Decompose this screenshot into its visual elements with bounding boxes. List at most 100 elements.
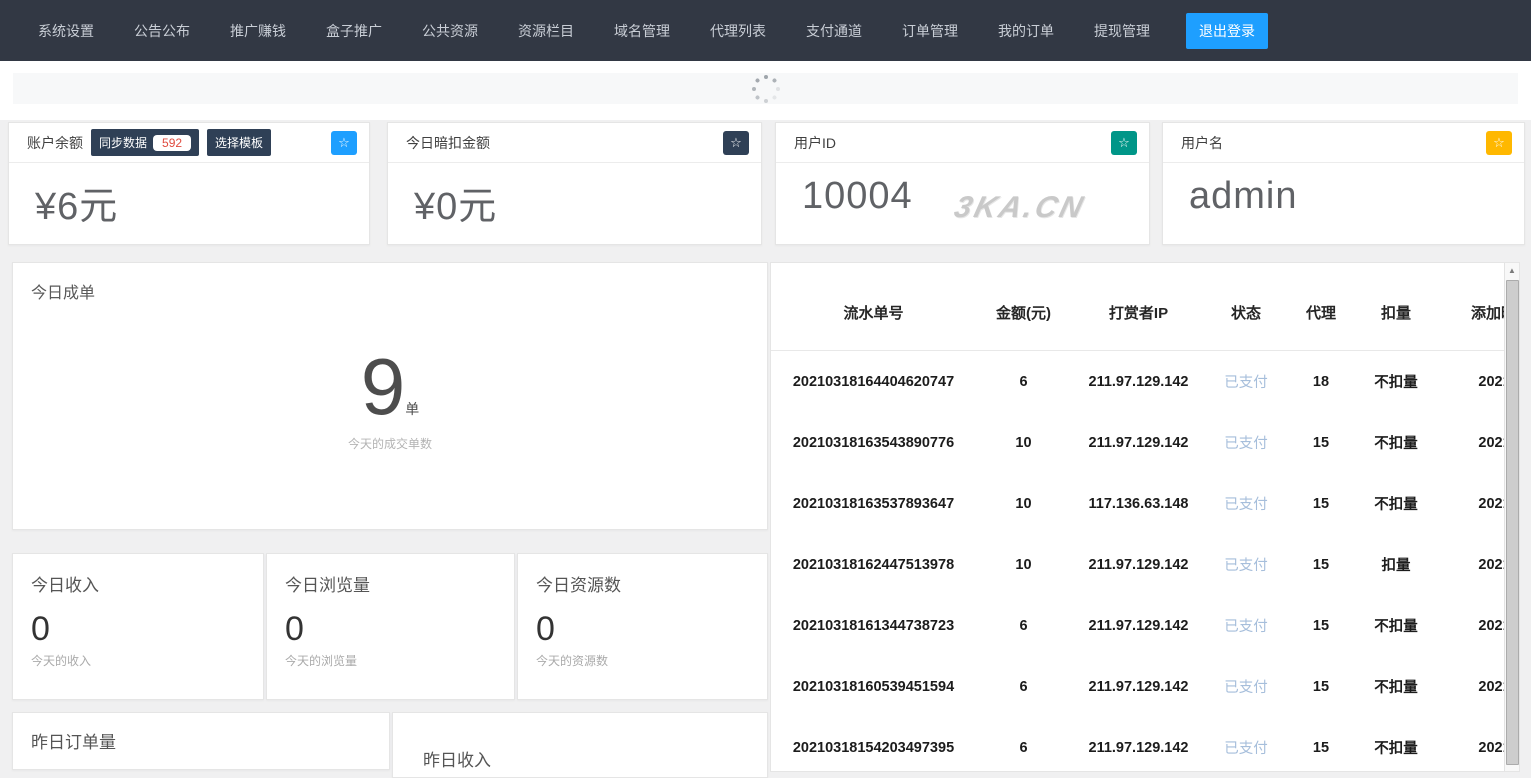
column-header: 代理 [1286, 263, 1356, 351]
table-cell: 211.97.129.142 [1071, 351, 1206, 413]
username-value: admin [1163, 163, 1524, 218]
today-resources-caption: 今天的资源数 [536, 652, 767, 669]
balance-value: ¥6元 [9, 163, 369, 230]
yesterday-orders-panel: 昨日订单量 [12, 712, 390, 770]
today-resources-title: 今日资源数 [518, 554, 767, 596]
today-orders-title: 今日成单 [13, 263, 767, 303]
nav-item-11[interactable]: 我的订单 [998, 21, 1054, 41]
table-cell: 已支付 [1206, 351, 1286, 413]
user-id-value-row: 10004 3KA.CN [776, 163, 1149, 225]
star-icon[interactable]: ☆ [1486, 131, 1512, 155]
table-row: 202103181605394515946211.97.129.142已支付15… [771, 656, 1505, 717]
table-cell: 2021-0 [1436, 717, 1505, 771]
table-cell: 不扣量 [1356, 717, 1436, 771]
table-cell: 211.97.129.142 [1071, 717, 1206, 771]
table-cell: 15 [1286, 717, 1356, 771]
table-row: 202103181542034973956211.97.129.142已支付15… [771, 717, 1505, 771]
today-income-caption: 今天的收入 [31, 652, 263, 669]
today-orders-count: 9 [361, 342, 406, 431]
dashboard-page: 系统设置 公告公布 推广赚钱 盒子推广 公共资源 资源栏目 域名管理 代理列表 支付通道 订单管理… [0, 0, 1531, 778]
table-cell: 15 [1286, 595, 1356, 656]
scrollbar-thumb[interactable] [1506, 280, 1519, 765]
vertical-scrollbar[interactable]: ▲ [1504, 263, 1519, 771]
nav-item-4[interactable]: 盒子推广 [326, 21, 382, 41]
today-views-value: 0 [285, 612, 514, 646]
today-views-caption: 今天的浏览量 [285, 652, 514, 669]
table-row: 202103181644046207476211.97.129.142已支付18… [771, 351, 1505, 413]
table-cell: 2021-0 [1436, 473, 1505, 534]
column-header: 添加时间 [1436, 263, 1505, 351]
table-cell: 不扣量 [1356, 351, 1436, 413]
table-cell: 6 [976, 717, 1071, 771]
nav-item-9[interactable]: 支付通道 [806, 21, 862, 41]
table-cell: 2021-0 [1436, 351, 1505, 413]
table-cell: 2021-0 [1436, 656, 1505, 717]
user-id-title: 用户ID [794, 133, 836, 153]
orders-table: 流水单号金额(元)打赏者IP状态代理扣量添加时间 202103181644046… [771, 263, 1505, 771]
table-cell: 18 [1286, 351, 1356, 413]
table-cell: 已支付 [1206, 656, 1286, 717]
today-income-card: 今日收入 0 今天的收入 [12, 553, 264, 700]
table-cell: 20210318164404620747 [771, 351, 976, 413]
today-orders-caption: 今天的成交单数 [13, 435, 767, 452]
orders-table-header-row: 流水单号金额(元)打赏者IP状态代理扣量添加时间 [771, 263, 1505, 351]
today-views-title: 今日浏览量 [267, 554, 514, 596]
today-resources-value: 0 [536, 612, 767, 646]
username-card-header: 用户名 ☆ [1163, 123, 1524, 163]
site-watermark: 3KA.CN [950, 191, 1088, 225]
scroll-up-icon[interactable]: ▲ [1505, 263, 1519, 279]
column-header: 流水单号 [771, 263, 976, 351]
table-cell: 已支付 [1206, 534, 1286, 595]
table-cell: 不扣量 [1356, 656, 1436, 717]
nav-item-5[interactable]: 公共资源 [422, 21, 478, 41]
hidden-deduct-card: 今日暗扣金额 ☆ ¥0元 [387, 122, 762, 245]
yesterday-income-panel: 昨日收入 [392, 712, 768, 778]
nav-item-1[interactable]: 系统设置 [38, 21, 94, 41]
table-cell: 2021-0 [1436, 534, 1505, 595]
star-icon[interactable]: ☆ [331, 131, 357, 155]
table-cell: 6 [976, 656, 1071, 717]
star-icon[interactable]: ☆ [1111, 131, 1137, 155]
table-cell: 6 [976, 595, 1071, 656]
nav-item-12[interactable]: 提现管理 [1094, 21, 1150, 41]
table-cell: 已支付 [1206, 717, 1286, 771]
today-views-card: 今日浏览量 0 今天的浏览量 [266, 553, 515, 700]
yesterday-orders-title: 昨日订单量 [13, 713, 389, 753]
today-orders-unit: 单 [405, 401, 419, 417]
loading-spinner-icon [751, 74, 781, 104]
nav-item-7[interactable]: 域名管理 [614, 21, 670, 41]
yesterday-income-title: 昨日收入 [393, 713, 767, 771]
sync-data-button[interactable]: 同步数据 592 [91, 129, 199, 156]
table-row: 202103181613447387236211.97.129.142已支付15… [771, 595, 1505, 656]
orders-table-panel: 流水单号金额(元)打赏者IP状态代理扣量添加时间 202103181644046… [770, 262, 1520, 772]
sync-data-label: 同步数据 [99, 134, 147, 151]
logout-button[interactable]: 退出登录 [1186, 13, 1268, 49]
nav-item-2[interactable]: 公告公布 [134, 21, 190, 41]
column-header: 扣量 [1356, 263, 1436, 351]
table-cell: 6 [976, 351, 1071, 413]
nav-item-8[interactable]: 代理列表 [710, 21, 766, 41]
user-id-card-header: 用户ID ☆ [776, 123, 1149, 163]
choose-template-button[interactable]: 选择模板 [207, 129, 271, 156]
nav-item-6[interactable]: 资源栏目 [518, 21, 574, 41]
orders-table-head: 流水单号金额(元)打赏者IP状态代理扣量添加时间 [771, 263, 1505, 351]
table-cell: 20210318163537893647 [771, 473, 976, 534]
table-cell: 不扣量 [1356, 473, 1436, 534]
today-orders-panel: 今日成单 9单 今天的成交单数 [12, 262, 768, 530]
table-cell: 15 [1286, 473, 1356, 534]
table-cell: 211.97.129.142 [1071, 595, 1206, 656]
table-cell: 不扣量 [1356, 412, 1436, 473]
nav-item-3[interactable]: 推广赚钱 [230, 21, 286, 41]
user-id-card: 用户ID ☆ 10004 3KA.CN [775, 122, 1150, 245]
user-id-value: 10004 [802, 175, 913, 218]
table-cell: 211.97.129.142 [1071, 534, 1206, 595]
table-cell: 211.97.129.142 [1071, 412, 1206, 473]
column-header: 状态 [1206, 263, 1286, 351]
table-cell: 117.136.63.148 [1071, 473, 1206, 534]
balance-card: 账户余额 同步数据 592 选择模板 ☆ ¥6元 [8, 122, 370, 245]
nav-item-10[interactable]: 订单管理 [902, 21, 958, 41]
table-cell: 15 [1286, 534, 1356, 595]
top-navbar: 系统设置 公告公布 推广赚钱 盒子推广 公共资源 资源栏目 域名管理 代理列表 支付通道 订单管理… [0, 0, 1531, 61]
star-icon[interactable]: ☆ [723, 131, 749, 155]
table-cell: 15 [1286, 656, 1356, 717]
